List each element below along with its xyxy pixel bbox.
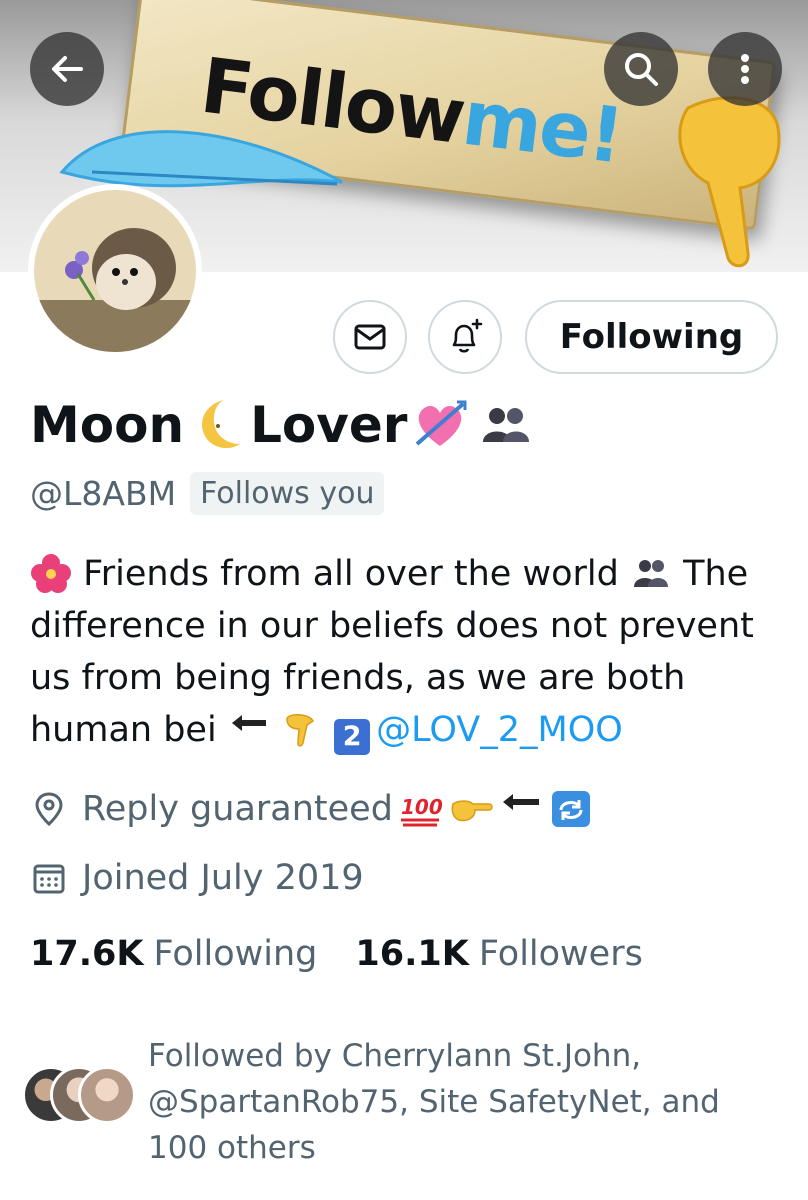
hundred-points-icon: 100	[400, 795, 443, 827]
display-name-part1: Moon	[30, 396, 185, 454]
crescent-moon-icon	[202, 400, 241, 449]
pointing-down-hand-icon	[678, 96, 781, 268]
following-count: 17.6K	[30, 934, 144, 974]
repeat-arrows-icon	[551, 791, 590, 827]
handle-row: @L8ABM Follows you	[30, 472, 385, 515]
followers-stat[interactable]: 16.1K Followers	[355, 934, 642, 974]
location-text: Reply guaranteed	[82, 789, 393, 829]
back-arrow-icon	[502, 794, 539, 810]
message-button[interactable]	[333, 300, 407, 374]
following-stat[interactable]: 17.6K Following	[30, 934, 317, 974]
bio-text-part1: Friends from all over the world	[83, 554, 619, 594]
follow-stats: 17.6K Following 16.1K Followers	[30, 934, 681, 974]
notifications-button[interactable]	[428, 300, 502, 374]
location-pin-icon	[35, 792, 63, 827]
svg-text:100: 100	[401, 795, 443, 819]
user-handle: @L8ABM	[30, 474, 177, 513]
search-button[interactable]	[604, 32, 678, 106]
display-name-part2: Lover	[250, 396, 408, 454]
hibiscus-icon	[31, 554, 71, 593]
followed-by-avatars[interactable]	[22, 1066, 136, 1126]
hedgehog-avatar-image	[34, 190, 196, 352]
bell-plus-icon	[452, 318, 483, 353]
pointing-down-hand-icon	[286, 714, 314, 747]
envelope-icon	[354, 324, 386, 350]
followers-label: Followers	[478, 934, 643, 974]
keycap-number-icon: 2	[334, 719, 371, 755]
following-button[interactable]: Following	[525, 300, 778, 374]
calendar-icon	[33, 864, 65, 894]
search-icon	[625, 53, 658, 86]
profile-bio: Friends from all over the world The diff…	[30, 548, 780, 756]
more-vertical-icon	[741, 54, 749, 84]
back-button[interactable]	[30, 32, 104, 106]
more-options-button[interactable]	[708, 32, 782, 106]
back-arrow-icon	[231, 715, 266, 731]
followed-by-text[interactable]: Followed by Cherrylann St.John, @Spartan…	[148, 1033, 768, 1171]
busts-in-silhouette-icon	[633, 560, 668, 587]
pointing-right-hand-icon	[451, 800, 493, 822]
avatar	[78, 1066, 136, 1124]
joined-row: Joined July 2019	[30, 858, 364, 898]
following-label: Following	[153, 934, 318, 974]
bio-mention-link[interactable]: @LOV_2_MOO	[376, 710, 623, 750]
busts-in-silhouette-icon	[483, 408, 530, 442]
joined-date-text: Joined July 2019	[82, 858, 364, 898]
arrow-left-icon	[52, 56, 83, 82]
follows-you-badge: Follows you	[190, 472, 385, 515]
followers-count: 16.1K	[355, 934, 469, 974]
heart-with-arrow-icon	[416, 400, 467, 446]
location-row: Reply guaranteed 100	[30, 788, 593, 830]
profile-avatar[interactable]	[28, 184, 202, 358]
display-name: Moon Lover	[30, 396, 539, 454]
